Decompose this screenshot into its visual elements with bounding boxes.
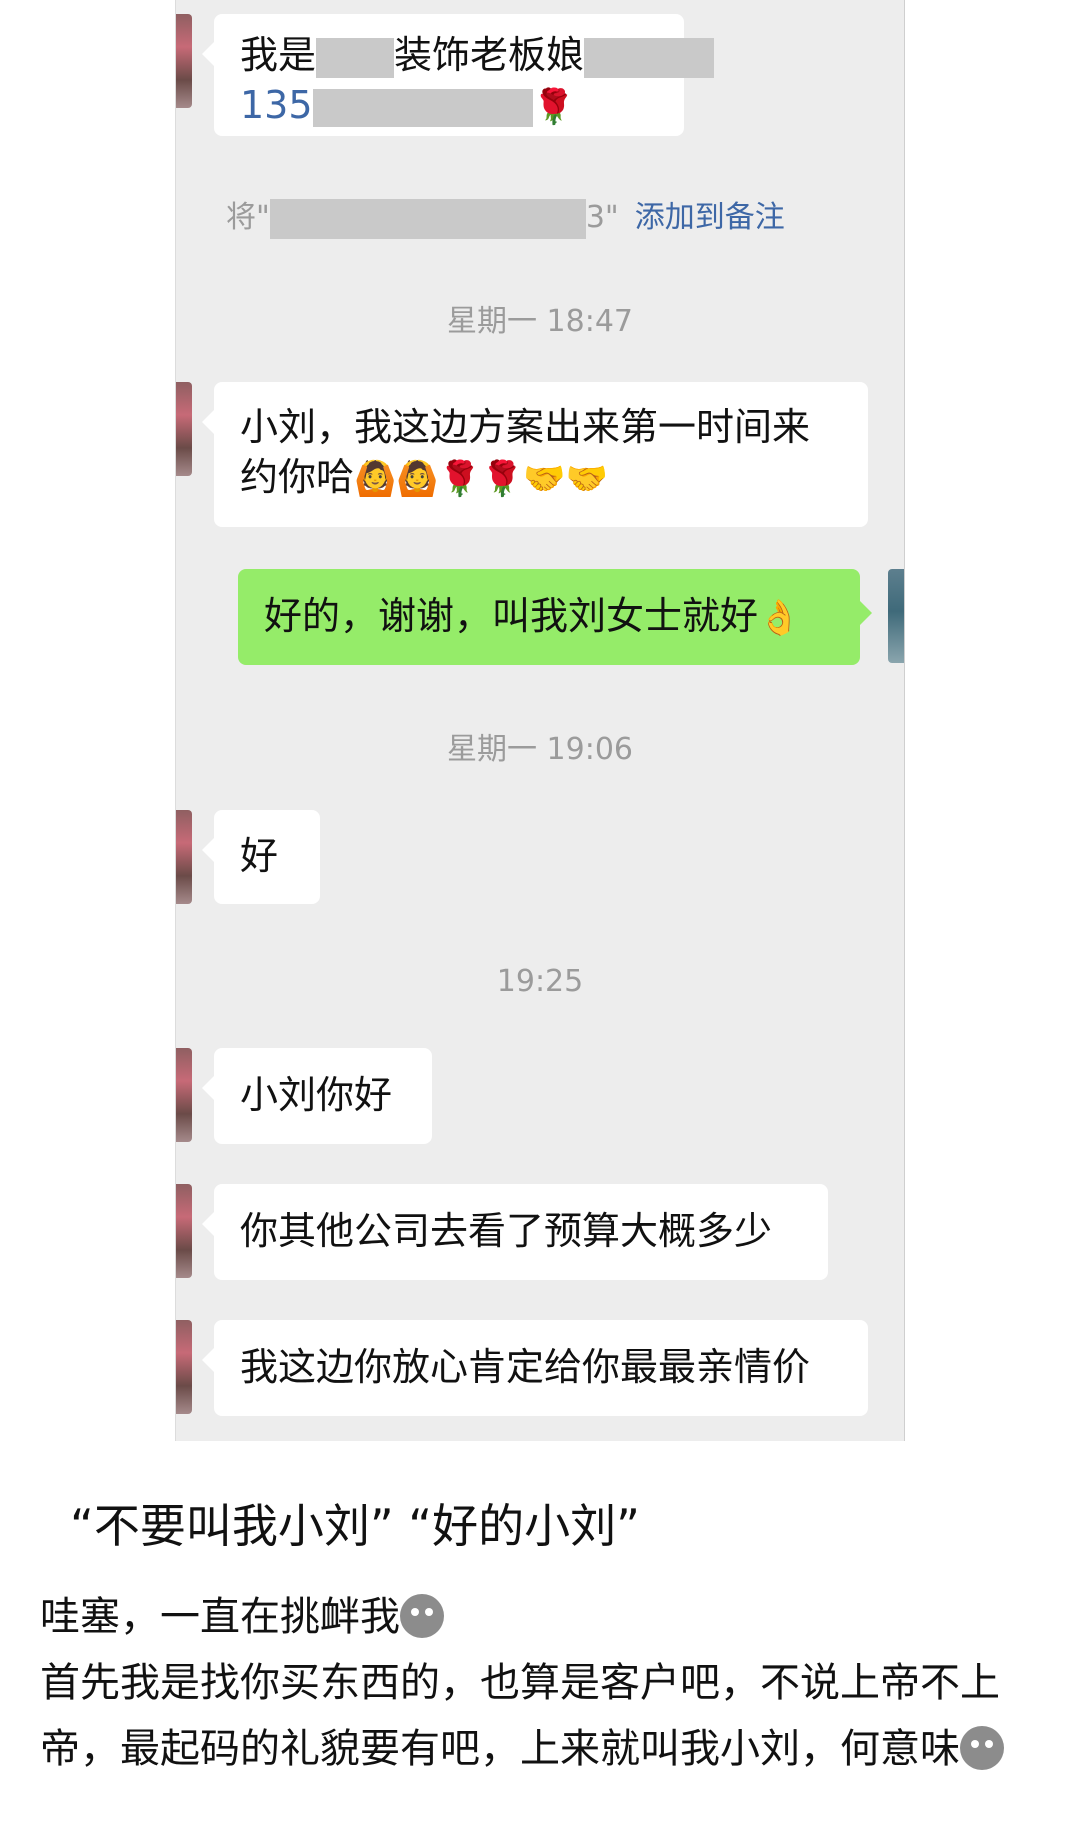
message-bubble: 你其他公司去看了预算大概多少 bbox=[202, 1184, 828, 1280]
caption-line-1: 哇塞，一直在挑衅我 bbox=[40, 1594, 400, 1640]
add-remark-prompt: 将" 3" 添加到备注 bbox=[226, 192, 785, 239]
add-to-remark-link[interactable]: 添加到备注 bbox=[635, 200, 785, 235]
thumbs-person-icon: 🙆🙆 bbox=[354, 459, 439, 499]
message-text: 你其他公司去看了预算大概多少 bbox=[240, 1209, 773, 1253]
message-text: 好的，谢谢，叫我刘女士就好 bbox=[264, 594, 759, 638]
caption-body: 哇塞，一直在挑衅我 首先我是找你买东西的，也算是客户吧，不说上帝不上帝，最起码的… bbox=[40, 1584, 1040, 1782]
message-bubble-self: 好的，谢谢，叫我刘女士就好👌 bbox=[238, 569, 872, 665]
post-caption: “不要叫我小刘” “好的小刘” 哇塞，一直在挑衅我 首先我是找你买东西的，也算是… bbox=[40, 1490, 1040, 1782]
message-text: 装饰老板娘 bbox=[394, 33, 585, 77]
handshake-icon: 🤝🤝 bbox=[523, 459, 609, 499]
redacted-block bbox=[269, 198, 586, 239]
contact-avatar[interactable] bbox=[176, 1184, 192, 1278]
caption-quote: “不要叫我小刘” “好的小刘” bbox=[70, 1499, 640, 1553]
redacted-block bbox=[584, 37, 715, 78]
timestamp: 星期一 19:06 bbox=[447, 732, 633, 767]
contact-avatar[interactable] bbox=[176, 1048, 192, 1142]
ok-hand-icon: 👌 bbox=[758, 598, 801, 638]
message-text: 我是 bbox=[240, 33, 317, 77]
message-text: 我这边你放心肯定给你最最亲情价 bbox=[240, 1345, 811, 1389]
contact-avatar[interactable] bbox=[176, 810, 192, 904]
self-avatar[interactable] bbox=[888, 569, 904, 663]
redacted-block bbox=[316, 37, 395, 78]
caption-line-2: 首先我是找你买东西的，也算是客户吧，不说上帝不上帝，最起码的礼貌要有吧，上来就叫… bbox=[40, 1660, 1000, 1772]
gray-face-icon bbox=[400, 1594, 444, 1638]
message-text: 小刘你好 bbox=[240, 1073, 393, 1117]
phone-number-link[interactable]: 135 bbox=[240, 83, 313, 127]
message-bubble: 我这边你放心肯定给你最最亲情价 bbox=[202, 1320, 868, 1416]
timestamp: 19:25 bbox=[496, 964, 584, 999]
message-bubble-intro: 我是 装饰老板娘 135 🌹 bbox=[202, 14, 715, 136]
message-bubble: 小刘，我这边方案出来第一时间来约你哈🙆🙆🌹🌹🤝🤝 bbox=[202, 382, 868, 527]
rose-icon: 🌹🌹 bbox=[438, 459, 524, 499]
message-text: 好 bbox=[240, 834, 279, 878]
message-bubble: 小刘你好 bbox=[202, 1048, 432, 1144]
contact-avatar[interactable] bbox=[176, 1320, 192, 1414]
contact-avatar[interactable] bbox=[176, 382, 192, 476]
timestamp: 星期一 18:47 bbox=[447, 304, 633, 339]
redacted-block bbox=[312, 88, 533, 127]
remark-suffix: 3" bbox=[585, 200, 619, 235]
message-bubble: 好 bbox=[202, 810, 320, 904]
remark-prefix: 将" bbox=[226, 200, 270, 235]
rose-icon: 🌹 bbox=[532, 87, 575, 127]
gray-face-icon bbox=[960, 1726, 1004, 1770]
chat-screenshot: 我是 装饰老板娘 135 🌹 将" 3" 添加到备注 星期一 18:47 小刘，我这边方… bbox=[175, 0, 905, 1441]
contact-avatar[interactable] bbox=[176, 14, 192, 108]
